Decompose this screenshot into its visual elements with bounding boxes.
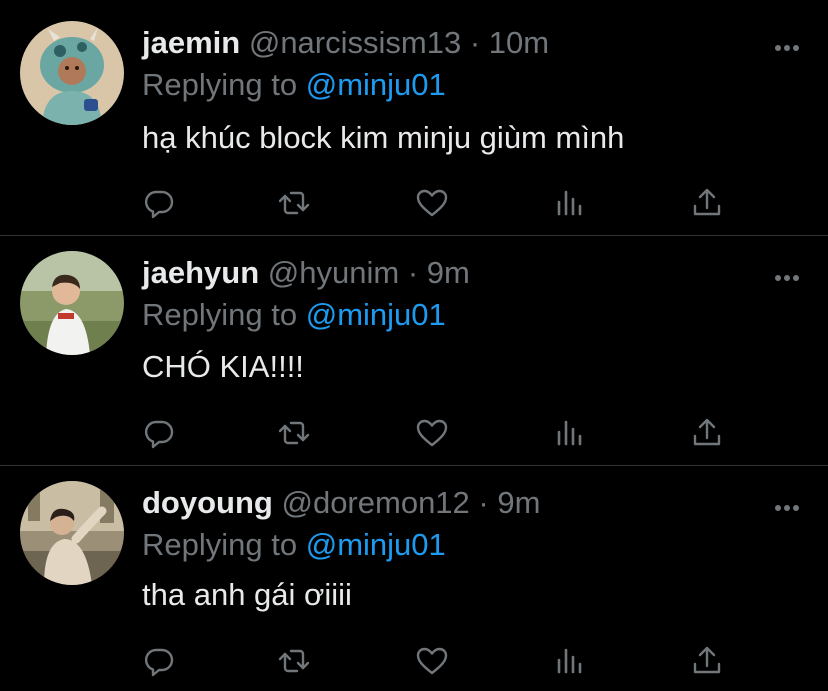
- replying-to-label: Replying to: [142, 67, 298, 102]
- avatar[interactable]: [20, 481, 124, 585]
- mention-link[interactable]: @minju01: [306, 67, 446, 102]
- tweet-text: tha anh gái ơiiii: [142, 577, 352, 612]
- tweet-text: hạ khúc block kim minju giùm mình: [142, 120, 625, 155]
- tweet-header: jaemin @narcissism13 · 10m: [142, 25, 549, 61]
- more-icon[interactable]: [774, 269, 800, 281]
- timestamp[interactable]: 9m: [427, 255, 470, 290]
- display-name[interactable]: doyoung: [142, 485, 273, 520]
- avatar[interactable]: [20, 251, 124, 355]
- tweet-actions: [142, 416, 732, 450]
- heart-icon[interactable]: [415, 186, 449, 220]
- user-handle[interactable]: @narcissism13: [249, 25, 461, 60]
- retweet-icon[interactable]: [277, 186, 311, 220]
- replying-to: Replying to @minju01: [142, 297, 446, 333]
- timestamp[interactable]: 9m: [497, 485, 540, 520]
- display-name[interactable]: jaemin: [142, 25, 240, 60]
- tweet-header: doyoung @doremon12 · 9m: [142, 485, 540, 521]
- replying-to: Replying to @minju01: [142, 67, 446, 103]
- more-icon[interactable]: [774, 39, 800, 51]
- separator-dot: ·: [469, 25, 481, 60]
- tweet-actions: [142, 644, 732, 678]
- replying-to: Replying to @minju01: [142, 527, 446, 563]
- replying-to-label: Replying to: [142, 297, 298, 332]
- tweet-header: jaehyun @hyunim · 9m: [142, 255, 470, 291]
- separator-dot: ·: [407, 255, 419, 290]
- timestamp[interactable]: 10m: [489, 25, 549, 60]
- heart-icon[interactable]: [415, 416, 449, 450]
- analytics-icon[interactable]: [553, 186, 587, 220]
- mention-link[interactable]: @minju01: [306, 527, 446, 562]
- display-name[interactable]: jaehyun: [142, 255, 259, 290]
- share-icon[interactable]: [690, 416, 724, 450]
- heart-icon[interactable]: [415, 644, 449, 678]
- tweet[interactable]: doyoung @doremon12 · 9m Replying to @min…: [0, 466, 828, 691]
- share-icon[interactable]: [690, 644, 724, 678]
- replying-to-label: Replying to: [142, 527, 298, 562]
- reply-icon[interactable]: [142, 416, 176, 450]
- retweet-icon[interactable]: [277, 416, 311, 450]
- user-handle[interactable]: @hyunim: [268, 255, 399, 290]
- retweet-icon[interactable]: [277, 644, 311, 678]
- analytics-icon[interactable]: [553, 644, 587, 678]
- reply-icon[interactable]: [142, 186, 176, 220]
- share-icon[interactable]: [690, 186, 724, 220]
- tweet[interactable]: jaehyun @hyunim · 9m Replying to @minju0…: [0, 236, 828, 465]
- more-icon[interactable]: [774, 499, 800, 511]
- separator-dot: ·: [478, 485, 489, 520]
- analytics-icon[interactable]: [553, 416, 587, 450]
- user-handle[interactable]: @doremon12: [281, 485, 469, 520]
- tweet-text: CHÓ KIA!!!!: [142, 349, 304, 384]
- mention-link[interactable]: @minju01: [306, 297, 446, 332]
- tweet-actions: [142, 186, 732, 220]
- avatar[interactable]: [20, 21, 124, 125]
- reply-thread: jaemin @narcissism13 · 10m Replying to @…: [0, 0, 828, 691]
- tweet[interactable]: jaemin @narcissism13 · 10m Replying to @…: [0, 0, 828, 235]
- reply-icon[interactable]: [142, 644, 176, 678]
